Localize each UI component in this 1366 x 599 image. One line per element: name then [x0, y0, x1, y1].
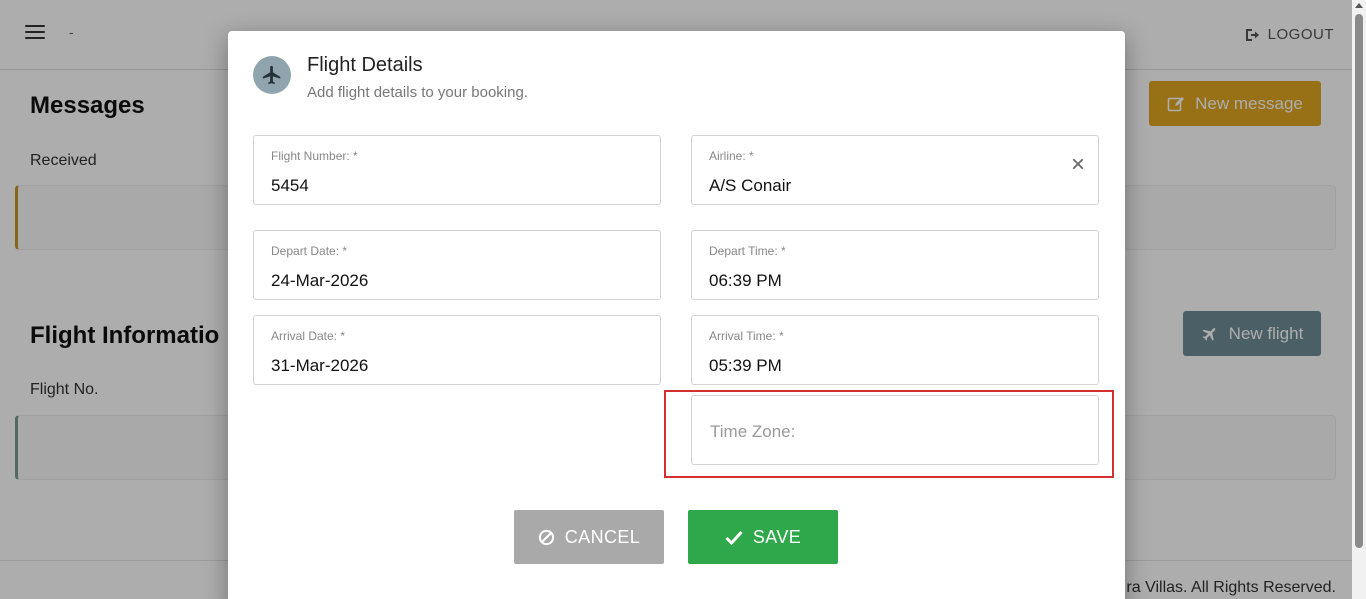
airline-label: Airline: * [709, 149, 754, 163]
airline-field[interactable]: Airline: * A/S Conair × [691, 135, 1099, 205]
ban-icon [538, 529, 554, 545]
save-button[interactable]: SAVE [688, 510, 838, 564]
arrival-date-field[interactable]: Arrival Date: * 31-Mar-2026 [253, 315, 661, 385]
clear-airline-icon[interactable]: × [1068, 153, 1088, 177]
depart-date-input[interactable]: 24-Mar-2026 [271, 271, 611, 291]
dialog-subtitle: Add flight details to your booking. [307, 84, 528, 101]
arrival-time-label: Arrival Time: * [709, 329, 784, 343]
depart-date-label: Depart Date: * [271, 244, 348, 258]
depart-time-field[interactable]: Depart Time: * 06:39 PM [691, 230, 1099, 300]
flight-number-field[interactable]: Flight Number: * 5454 [253, 135, 661, 205]
dialog-title: Flight Details [307, 54, 423, 76]
scroll-thumb[interactable] [1355, 14, 1363, 548]
depart-time-label: Depart Time: * [709, 244, 786, 258]
arrival-time-input[interactable]: 05:39 PM [709, 356, 1049, 376]
check-icon [725, 530, 743, 545]
arrival-date-label: Arrival Date: * [271, 329, 346, 343]
save-label: SAVE [752, 526, 802, 547]
scrollbar[interactable] [1352, 0, 1366, 599]
flight-number-input[interactable]: 5454 [271, 176, 611, 196]
depart-date-field[interactable]: Depart Date: * 24-Mar-2026 [253, 230, 661, 300]
flight-avatar [253, 56, 291, 94]
arrival-date-input[interactable]: 31-Mar-2026 [271, 356, 611, 376]
cancel-label: CANCEL [564, 526, 641, 547]
scroll-up-arrow-icon[interactable] [1355, 3, 1363, 8]
airplane-icon [262, 65, 281, 85]
arrival-time-field[interactable]: Arrival Time: * 05:39 PM [691, 315, 1099, 385]
cancel-button[interactable]: CANCEL [514, 510, 664, 564]
depart-time-input[interactable]: 06:39 PM [709, 271, 1049, 291]
time-zone-highlight [664, 390, 1114, 478]
airline-input[interactable]: A/S Conair [709, 176, 1049, 196]
flight-details-dialog: Flight Details Add flight details to you… [228, 31, 1125, 599]
flight-number-label: Flight Number: * [271, 149, 358, 163]
